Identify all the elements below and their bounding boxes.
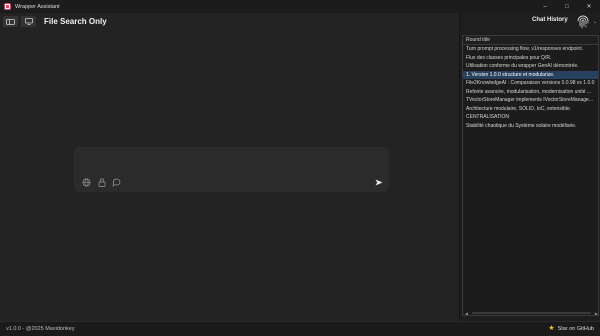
send-button[interactable]: [374, 178, 383, 187]
minimize-button[interactable]: –: [534, 0, 556, 13]
window-title: Wrapper Assistant: [15, 3, 60, 10]
prompt-input[interactable]: [82, 153, 372, 171]
main-panel: File Search Only: [0, 13, 459, 321]
monitor-icon: [24, 18, 33, 25]
list-item-selected[interactable]: 1. Version 1.0.0 structure et modularize…: [463, 70, 598, 79]
chat-composer: [74, 147, 389, 192]
title-bar: Wrapper Assistant – □ ✕: [0, 0, 600, 13]
star-icon: ★: [548, 325, 555, 332]
send-icon: [375, 179, 382, 186]
list-item[interactable]: Refonte avancée, modularisation, moderni…: [463, 88, 598, 97]
page-title: File Search Only: [44, 17, 107, 26]
toolbar: [3, 16, 36, 27]
scroll-right-icon[interactable]: ▶: [595, 311, 598, 316]
sidebar-title: Chat History: [532, 17, 568, 23]
toggle-panel-button[interactable]: [3, 16, 18, 27]
sidebar-header: Chat History ⌄: [460, 13, 600, 35]
scroll-left-icon[interactable]: ◀: [465, 311, 468, 316]
list-item[interactable]: Stabilité chaotique du Système solaire m…: [463, 122, 598, 131]
github-star-label: Star on GitHub: [557, 325, 594, 332]
github-star-link[interactable]: ★ Star on GitHub: [548, 325, 594, 332]
chat-history-list: Round title Turn prompt processing flow,…: [462, 35, 599, 316]
chat-history-sidebar: Chat History ⌄ Round title Turn prompt p…: [459, 13, 600, 321]
list-item[interactable]: Utilisation conforme du wrapper GenAI dé…: [463, 62, 598, 71]
app-logo-icon: [4, 3, 11, 10]
list-item[interactable]: Architecture modulaire, SOLID, IoC, exte…: [463, 105, 598, 114]
list-item[interactable]: CENTRALISATION: [463, 113, 598, 122]
list-item[interactable]: Flux des classes principales pour Q/R.: [463, 54, 598, 63]
column-header-round-title[interactable]: Round title: [463, 36, 598, 45]
lock-icon[interactable]: [97, 178, 106, 187]
fingerprint-icon[interactable]: [576, 14, 590, 30]
scrollbar-track[interactable]: [472, 312, 591, 314]
list-item[interactable]: TVectorStoreManager implements IVectorSt…: [463, 96, 598, 105]
status-bar: v1.0.0 - @2025 Maxidonkey ★ Star on GitH…: [0, 321, 600, 336]
list-item[interactable]: File2KnowledgeAI : Comparaison versions …: [463, 79, 598, 88]
maximize-button[interactable]: □: [556, 0, 578, 13]
window-controls: – □ ✕: [534, 0, 600, 13]
horizontal-scrollbar[interactable]: ◀ ▶: [465, 311, 598, 316]
new-window-button[interactable]: [21, 16, 36, 27]
close-button[interactable]: ✕: [578, 0, 600, 13]
list-item[interactable]: Turn prompt processing flow, v1/response…: [463, 45, 598, 54]
composer-tools: [82, 178, 121, 187]
version-label: v1.0.0 - @2025 Maxidonkey: [6, 326, 75, 332]
panel-toggle-icon: [6, 18, 15, 25]
globe-icon[interactable]: [82, 178, 91, 187]
chat-bubble-icon[interactable]: [112, 178, 121, 187]
chevron-down-icon[interactable]: ⌄: [593, 19, 597, 25]
